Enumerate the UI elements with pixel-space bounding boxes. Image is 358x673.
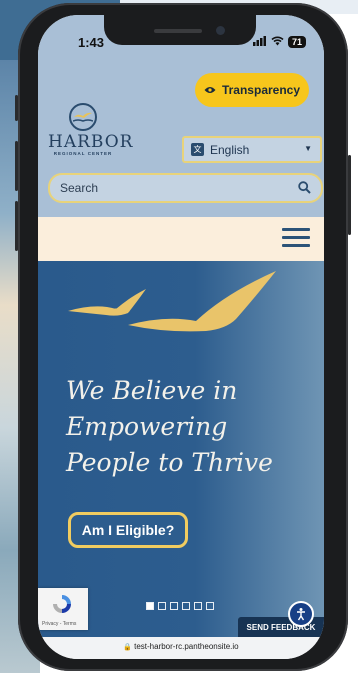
language-select[interactable]: 文 English ▼ <box>182 136 322 163</box>
hero-title: We Believe in Empowering People to Thriv… <box>66 376 273 477</box>
battery-icon: 71 <box>287 36 306 48</box>
front-camera <box>216 26 225 35</box>
seagulls-illustration <box>68 271 276 332</box>
hamburger-menu-icon[interactable] <box>282 228 310 250</box>
volume-up-button <box>15 141 18 191</box>
carousel-dot[interactable] <box>170 602 178 610</box>
mute-switch <box>15 95 18 121</box>
accessibility-icon[interactable] <box>288 601 314 627</box>
recaptcha-footer[interactable]: Privacy - Terms <box>42 621 76 627</box>
recaptcha-icon <box>53 595 71 613</box>
carousel-dot[interactable] <box>158 602 166 610</box>
translate-icon: 文 <box>191 143 204 156</box>
hero-banner: We Believe in Empowering People to Thriv… <box>38 261 324 637</box>
seagull-logo-icon <box>69 103 97 131</box>
notch <box>104 15 256 45</box>
carousel-dot[interactable] <box>206 602 214 610</box>
harbor-logo[interactable]: HARBOR REGIONAL CENTER <box>48 103 134 156</box>
volume-down-button <box>15 201 18 251</box>
language-selected: English <box>210 142 250 157</box>
url-text: test-harbor-rc.pantheonsite.io <box>134 642 239 651</box>
search-icon[interactable] <box>298 181 311 199</box>
site-header: HARBOR REGIONAL CENTER Transparency 文 En… <box>38 65 324 217</box>
lock-icon: 🔒 <box>123 644 133 651</box>
carousel-dot[interactable] <box>146 602 154 610</box>
transparency-button[interactable]: Transparency <box>195 73 309 107</box>
browser-url-bar[interactable]: 🔒 test-harbor-rc.pantheonsite.io <box>38 637 324 659</box>
logo-subtitle: REGIONAL CENTER <box>53 151 113 156</box>
nav-bar <box>38 217 324 261</box>
eye-icon <box>204 83 216 97</box>
wifi-icon <box>271 35 284 49</box>
search-input[interactable] <box>58 180 282 196</box>
carousel-dot[interactable] <box>182 602 190 610</box>
logo-name: HARBOR <box>48 132 134 152</box>
carousel-dots <box>146 602 214 610</box>
power-button <box>348 155 351 235</box>
status-icons: 71 <box>252 35 306 49</box>
phone-screen: 1:43 71 HARBOR REGIONAL CENTER Transpare… <box>38 15 324 659</box>
am-i-eligible-button[interactable]: Am I Eligible? <box>68 512 188 548</box>
speaker <box>154 29 202 33</box>
signal-icon <box>252 35 267 49</box>
search-bar <box>48 173 323 203</box>
recaptcha-badge[interactable]: Privacy - Terms <box>38 588 88 630</box>
status-time: 1:43 <box>78 35 105 50</box>
chevron-down-icon: ▼ <box>304 144 312 153</box>
transparency-label: Transparency <box>221 83 301 97</box>
carousel-dot[interactable] <box>194 602 202 610</box>
